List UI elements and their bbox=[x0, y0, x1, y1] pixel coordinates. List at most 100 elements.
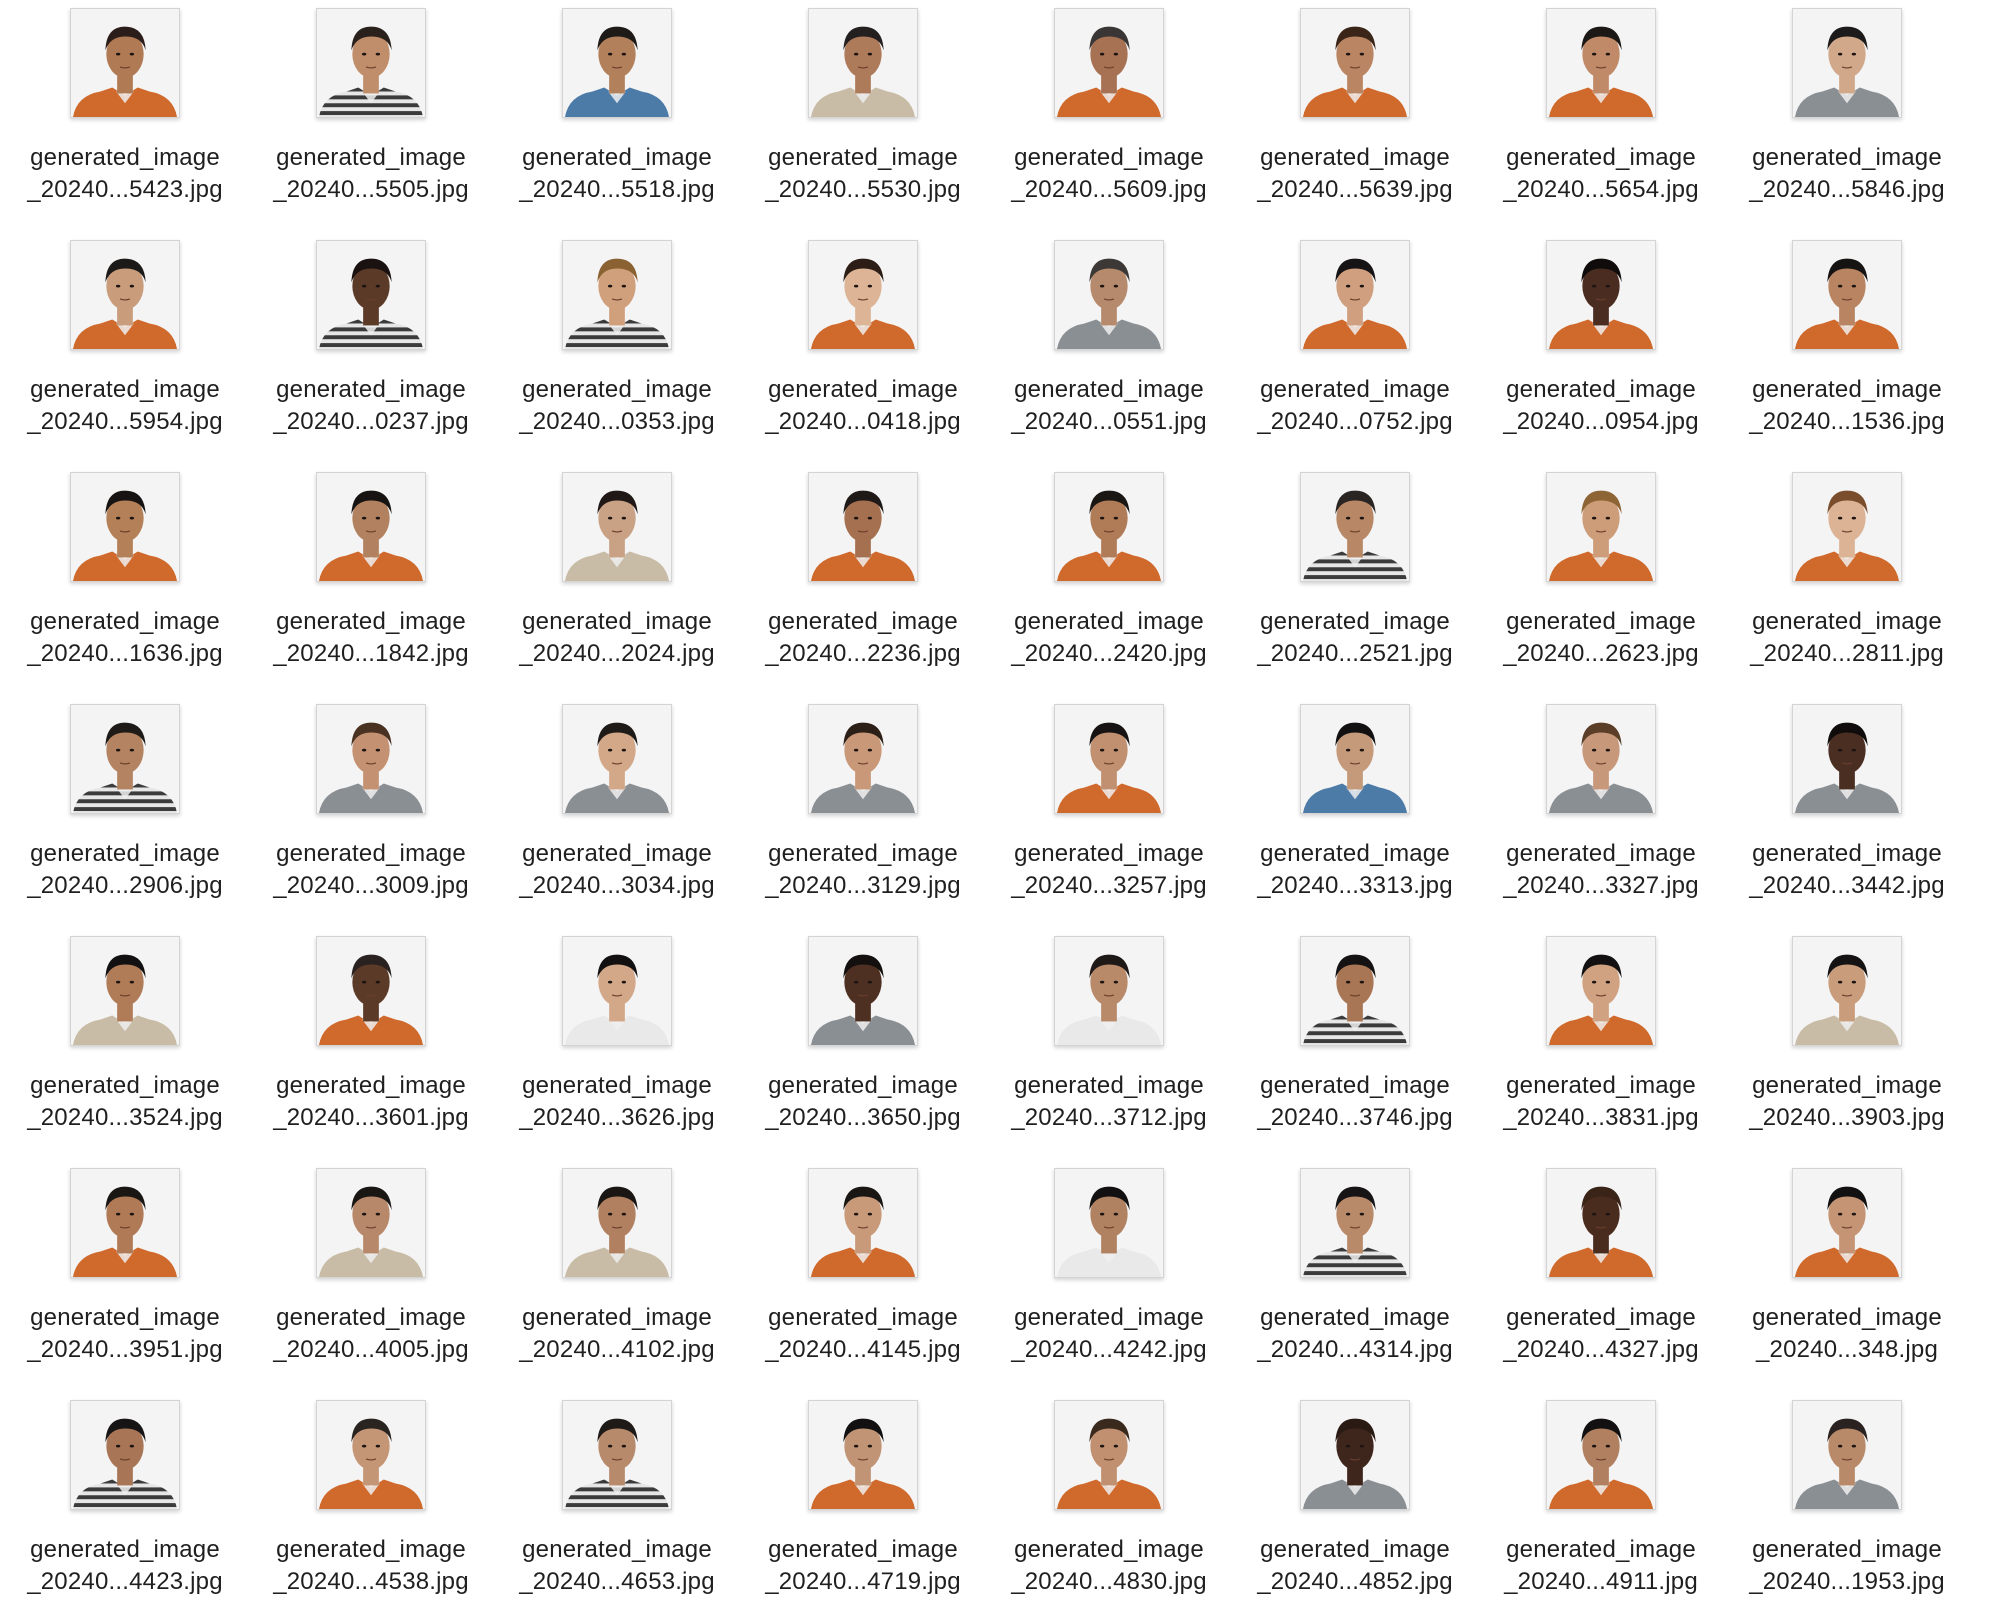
file-item[interactable]: generated_image _20240...1953.jpg bbox=[1724, 1392, 1970, 1622]
file-name[interactable]: generated_image _20240...3524.jpg bbox=[2, 1070, 248, 1134]
file-name[interactable]: generated_image _20240...3626.jpg bbox=[494, 1070, 740, 1134]
file-thumbnail[interactable] bbox=[562, 8, 672, 118]
file-thumbnail[interactable] bbox=[316, 8, 426, 118]
file-thumbnail[interactable] bbox=[1300, 704, 1410, 814]
file-item[interactable]: generated_image _20240...3626.jpg bbox=[494, 928, 740, 1160]
file-name[interactable]: generated_image _20240...2811.jpg bbox=[1724, 606, 1970, 670]
file-name[interactable]: generated_image _20240...0551.jpg bbox=[986, 374, 1232, 438]
file-item[interactable]: generated_image _20240...4005.jpg bbox=[248, 1160, 494, 1392]
file-item[interactable]: generated_image _20240...3129.jpg bbox=[740, 696, 986, 928]
file-thumbnail[interactable] bbox=[70, 936, 180, 1046]
file-name[interactable]: generated_image _20240...2024.jpg bbox=[494, 606, 740, 670]
file-thumbnail[interactable] bbox=[316, 472, 426, 582]
file-item[interactable]: generated_image _20240...3650.jpg bbox=[740, 928, 986, 1160]
file-item[interactable]: generated_image _20240...5518.jpg bbox=[494, 0, 740, 232]
file-thumbnail[interactable] bbox=[316, 704, 426, 814]
file-name[interactable]: generated_image _20240...5846.jpg bbox=[1724, 142, 1970, 206]
file-thumbnail[interactable] bbox=[70, 472, 180, 582]
file-thumbnail[interactable] bbox=[1300, 472, 1410, 582]
file-item[interactable]: generated_image _20240...3327.jpg bbox=[1478, 696, 1724, 928]
file-item[interactable]: generated_image _20240...4145.jpg bbox=[740, 1160, 986, 1392]
file-thumbnail[interactable] bbox=[1546, 8, 1656, 118]
file-item[interactable]: generated_image _20240...4314.jpg bbox=[1232, 1160, 1478, 1392]
file-name[interactable]: generated_image _20240...5423.jpg bbox=[2, 142, 248, 206]
file-item[interactable]: generated_image _20240...5639.jpg bbox=[1232, 0, 1478, 232]
file-thumbnail[interactable] bbox=[562, 240, 672, 350]
file-thumbnail[interactable] bbox=[316, 240, 426, 350]
file-item[interactable]: generated_image _20240...3009.jpg bbox=[248, 696, 494, 928]
file-name[interactable]: generated_image _20240...1536.jpg bbox=[1724, 374, 1970, 438]
file-item[interactable]: generated_image _20240...5654.jpg bbox=[1478, 0, 1724, 232]
file-thumbnail[interactable] bbox=[1792, 8, 1902, 118]
file-item[interactable]: generated_image _20240...5423.jpg bbox=[2, 0, 248, 232]
file-item[interactable]: generated_image _20240...3034.jpg bbox=[494, 696, 740, 928]
file-item[interactable]: generated_image _20240...3257.jpg bbox=[986, 696, 1232, 928]
file-item[interactable]: generated_image _20240...2623.jpg bbox=[1478, 464, 1724, 696]
file-item[interactable]: generated_image _20240...5609.jpg bbox=[986, 0, 1232, 232]
file-item[interactable]: generated_image _20240...3712.jpg bbox=[986, 928, 1232, 1160]
file-thumbnail[interactable] bbox=[1792, 240, 1902, 350]
file-name[interactable]: generated_image _20240...0954.jpg bbox=[1478, 374, 1724, 438]
file-name[interactable]: generated_image _20240...3327.jpg bbox=[1478, 838, 1724, 902]
file-thumbnail[interactable] bbox=[1546, 472, 1656, 582]
file-thumbnail[interactable] bbox=[316, 1168, 426, 1278]
file-thumbnail[interactable] bbox=[1792, 1168, 1902, 1278]
file-name[interactable]: generated_image _20240...4719.jpg bbox=[740, 1534, 986, 1598]
file-name[interactable]: generated_image _20240...3129.jpg bbox=[740, 838, 986, 902]
file-thumbnail[interactable] bbox=[1300, 1168, 1410, 1278]
file-name[interactable]: generated_image _20240...5609.jpg bbox=[986, 142, 1232, 206]
file-item[interactable]: generated_image _20240...4327.jpg bbox=[1478, 1160, 1724, 1392]
file-thumbnail[interactable] bbox=[1300, 240, 1410, 350]
file-thumbnail[interactable] bbox=[1054, 704, 1164, 814]
file-name[interactable]: generated_image _20240...2906.jpg bbox=[2, 838, 248, 902]
file-thumbnail[interactable] bbox=[562, 472, 672, 582]
file-name[interactable]: generated_image _20240...2521.jpg bbox=[1232, 606, 1478, 670]
file-name[interactable]: generated_image _20240...5518.jpg bbox=[494, 142, 740, 206]
file-item[interactable]: generated_image _20240...2906.jpg bbox=[2, 696, 248, 928]
file-item[interactable]: generated_image _20240...2811.jpg bbox=[1724, 464, 1970, 696]
file-item[interactable]: generated_image _20240...3313.jpg bbox=[1232, 696, 1478, 928]
file-name[interactable]: generated_image _20240...4005.jpg bbox=[248, 1302, 494, 1366]
file-thumbnail[interactable] bbox=[1546, 240, 1656, 350]
file-thumbnail[interactable] bbox=[1300, 1400, 1410, 1510]
file-thumbnail[interactable] bbox=[70, 8, 180, 118]
file-item[interactable]: generated_image _20240...4852.jpg bbox=[1232, 1392, 1478, 1622]
file-item[interactable]: generated_image _20240...4719.jpg bbox=[740, 1392, 986, 1622]
file-thumbnail[interactable] bbox=[808, 472, 918, 582]
file-item[interactable]: generated_image _20240...1636.jpg bbox=[2, 464, 248, 696]
file-thumbnail[interactable] bbox=[316, 936, 426, 1046]
file-thumbnail[interactable] bbox=[562, 1168, 672, 1278]
file-thumbnail[interactable] bbox=[70, 704, 180, 814]
file-thumbnail[interactable] bbox=[1054, 472, 1164, 582]
file-item[interactable]: generated_image _20240...4538.jpg bbox=[248, 1392, 494, 1622]
file-item[interactable]: generated_image _20240...4911.jpg bbox=[1478, 1392, 1724, 1622]
file-name[interactable]: generated_image _20240...4314.jpg bbox=[1232, 1302, 1478, 1366]
file-thumbnail[interactable] bbox=[1792, 1400, 1902, 1510]
file-thumbnail[interactable] bbox=[808, 704, 918, 814]
file-name[interactable]: generated_image _20240...3650.jpg bbox=[740, 1070, 986, 1134]
file-item[interactable]: generated_image _20240...0954.jpg bbox=[1478, 232, 1724, 464]
file-thumbnail[interactable] bbox=[1054, 1168, 1164, 1278]
file-name[interactable]: generated_image _20240...3009.jpg bbox=[248, 838, 494, 902]
file-name[interactable]: generated_image _20240...5530.jpg bbox=[740, 142, 986, 206]
file-name[interactable]: generated_image _20240...0418.jpg bbox=[740, 374, 986, 438]
file-name[interactable]: generated_image _20240...0237.jpg bbox=[248, 374, 494, 438]
file-thumbnail[interactable] bbox=[808, 1400, 918, 1510]
file-name[interactable]: generated_image _20240...5654.jpg bbox=[1478, 142, 1724, 206]
file-name[interactable]: generated_image _20240...348.jpg bbox=[1724, 1302, 1970, 1366]
file-item[interactable]: generated_image _20240...1536.jpg bbox=[1724, 232, 1970, 464]
file-name[interactable]: generated_image _20240...0353.jpg bbox=[494, 374, 740, 438]
file-thumbnail[interactable] bbox=[1054, 240, 1164, 350]
file-thumbnail[interactable] bbox=[1546, 704, 1656, 814]
file-name[interactable]: generated_image _20240...4653.jpg bbox=[494, 1534, 740, 1598]
file-item[interactable]: generated_image _20240...1842.jpg bbox=[248, 464, 494, 696]
file-name[interactable]: generated_image _20240...2420.jpg bbox=[986, 606, 1232, 670]
file-name[interactable]: generated_image _20240...3034.jpg bbox=[494, 838, 740, 902]
file-thumbnail[interactable] bbox=[808, 8, 918, 118]
file-name[interactable]: generated_image _20240...3746.jpg bbox=[1232, 1070, 1478, 1134]
file-thumbnail[interactable] bbox=[562, 1400, 672, 1510]
file-name[interactable]: generated_image _20240...3601.jpg bbox=[248, 1070, 494, 1134]
file-item[interactable]: generated_image _20240...0752.jpg bbox=[1232, 232, 1478, 464]
file-item[interactable]: generated_image _20240...3442.jpg bbox=[1724, 696, 1970, 928]
file-thumbnail[interactable] bbox=[316, 1400, 426, 1510]
